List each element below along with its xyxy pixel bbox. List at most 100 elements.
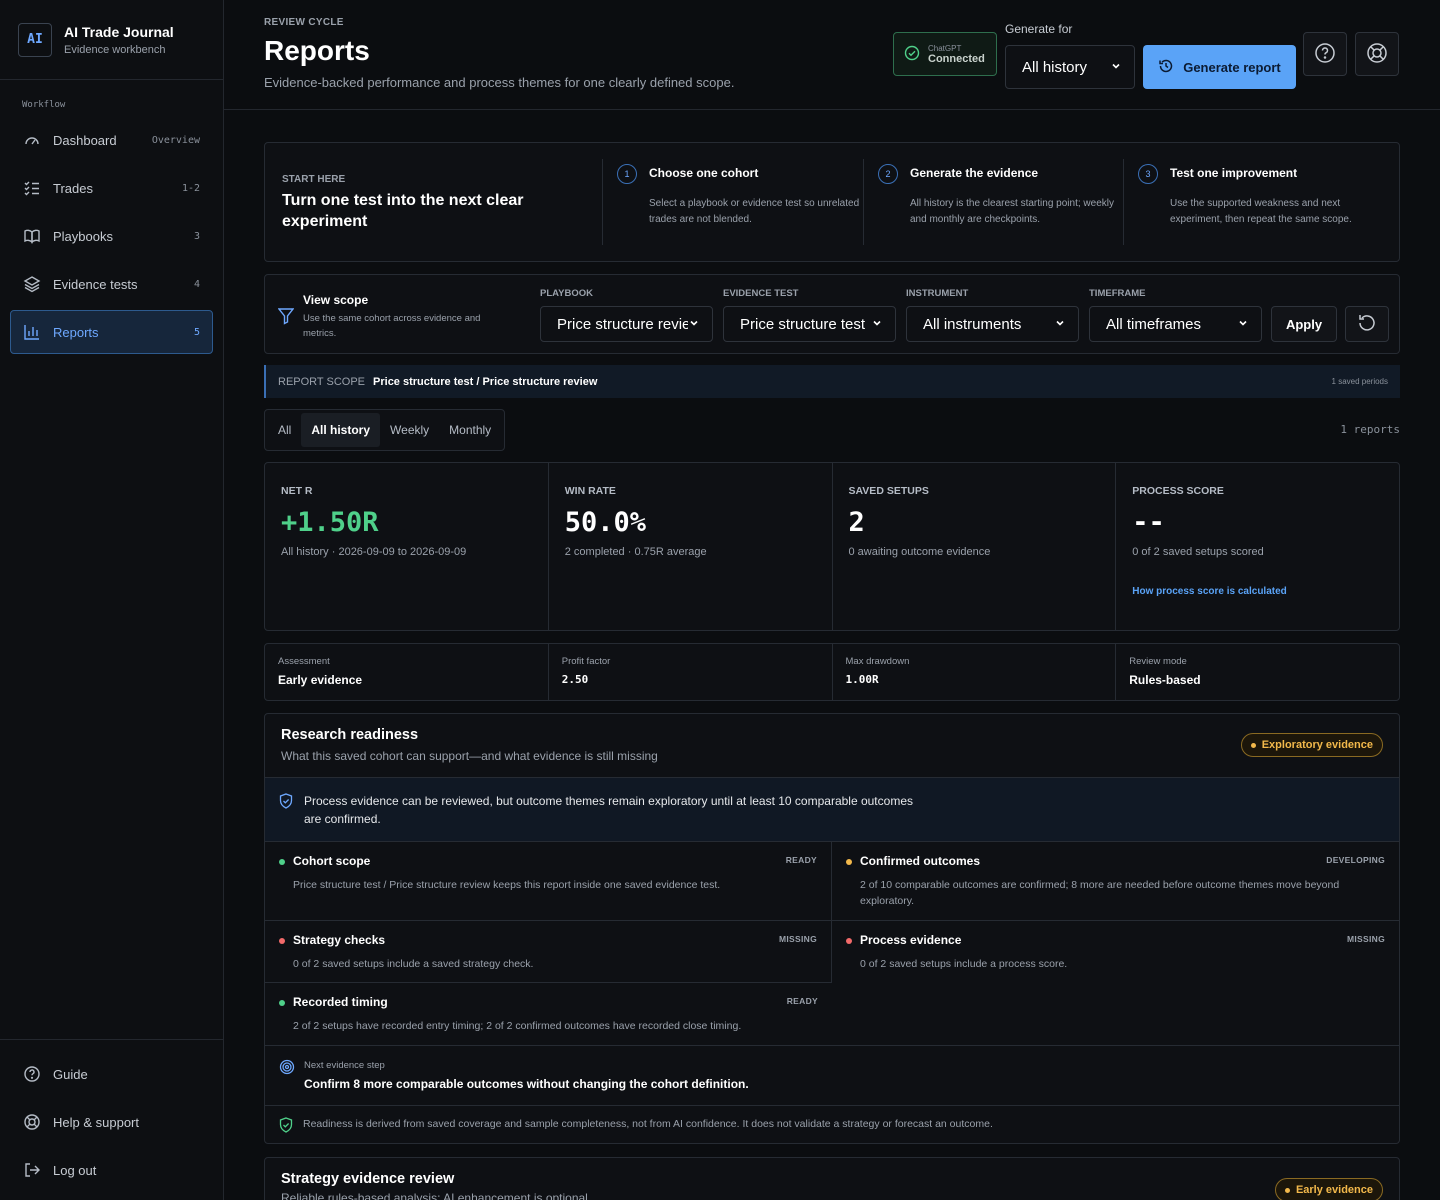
check-status: DEVELOPING <box>1326 855 1385 865</box>
tab-monthly[interactable]: Monthly <box>439 413 501 447</box>
check-circle-icon <box>904 45 920 64</box>
readiness-title: Research readiness <box>281 727 419 743</box>
profit-factor: Profit factor 2.50 <box>549 644 833 700</box>
badge-dot <box>1250 742 1256 748</box>
connection-status[interactable]: ChatGPT Connected <box>893 32 997 76</box>
page-eyebrow: REVIEW CYCLE <box>264 17 344 28</box>
page-header: REVIEW CYCLE Reports Evidence-backed per… <box>224 0 1440 110</box>
check-recorded-timing: Recorded timing READY 2 of 2 setups have… <box>265 983 1399 1046</box>
period-tabs-row: All All history Weekly Monthly 1 reports <box>264 409 1400 451</box>
step-title: Generate the evidence <box>910 166 1039 180</box>
secondary-metric-label: Assessment <box>278 656 330 667</box>
help-button[interactable] <box>1303 32 1347 76</box>
readiness-header: Research readiness What this saved cohor… <box>265 714 1399 778</box>
brand-logo: AI <box>18 22 52 57</box>
sidebar-item-dashboard[interactable]: Dashboard Overview <box>10 118 213 162</box>
shield-icon <box>279 793 293 812</box>
main-content: START HERE Turn one test into the next c… <box>264 142 1400 1200</box>
check-title: Recorded timing <box>293 995 388 1009</box>
sidebar-item-help-support[interactable]: Help & support <box>0 1100 223 1144</box>
timeframe-select[interactable]: All timeframes <box>1089 306 1262 342</box>
metric-value: -- <box>1132 507 1165 538</box>
sidebar-footer: Guide Help & support Log out <box>0 1039 223 1196</box>
step-3: 3 Test one improvement Use the supported… <box>1123 159 1373 245</box>
secondary-metric-value: 1.00R <box>845 673 879 686</box>
check-description: 0 of 2 saved setups include a saved stra… <box>293 958 534 970</box>
generate-report-label: Generate report <box>1183 59 1281 75</box>
gauge-icon <box>23 131 41 149</box>
metric-subtext: 0 awaiting outcome evidence <box>848 546 991 558</box>
secondary-metric-value: 2.50 <box>561 673 589 686</box>
evidence-test-select[interactable]: Price structure test <box>723 306 896 342</box>
status-dot <box>279 859 285 865</box>
generate-for-value: All history <box>1022 58 1088 76</box>
research-readiness-panel: Research readiness What this saved cohor… <box>264 713 1400 1144</box>
review-mode: Review mode Rules-based <box>1116 644 1399 700</box>
check-status: MISSING <box>779 934 817 944</box>
instrument-select-value: All instruments <box>923 315 1022 333</box>
check-description: 2 of 10 comparable outcomes are confirme… <box>860 879 1340 907</box>
metric-subtext: 0 of 2 saved setups scored <box>1132 546 1264 558</box>
lifebuoy-icon <box>1366 42 1388 67</box>
tab-all[interactable]: All <box>268 413 301 447</box>
early-evidence-badge: Early evidence <box>1274 1178 1383 1200</box>
strategy-title: Strategy evidence review <box>281 1171 455 1187</box>
brand-title: AI Trade Journal <box>64 23 174 40</box>
connection-state: Connected <box>928 52 985 65</box>
period-tabs: All All history Weekly Monthly <box>264 409 506 451</box>
evidence-test-filter-label: EVIDENCE TEST <box>723 288 799 299</box>
layers-icon <box>23 275 41 293</box>
check-description: Price structure test / Price structure r… <box>293 879 721 891</box>
view-scope-panel: View scope Use the same cohort across ev… <box>264 274 1400 354</box>
apply-button[interactable]: Apply <box>1271 306 1337 342</box>
start-title: Turn one test into the next clear experi… <box>282 192 524 230</box>
sidebar-item-reports[interactable]: Reports 5 <box>10 310 213 354</box>
support-button[interactable] <box>1355 32 1399 76</box>
readiness-disclaimer: Readiness is derived from saved coverage… <box>265 1106 1399 1143</box>
playbook-select-value: Price structure review <box>557 315 688 333</box>
check-status: READY <box>785 855 817 865</box>
generate-report-button[interactable]: Generate report <box>1143 45 1296 89</box>
check-process-evidence: Process evidence MISSING 0 of 2 saved se… <box>832 921 1399 983</box>
process-score-info-link[interactable]: How process score is calculated <box>1132 586 1287 597</box>
sidebar-item-playbooks[interactable]: Playbooks 3 <box>10 214 213 258</box>
chevron-down-icon <box>1110 59 1122 76</box>
metric-value: +1.50R <box>281 507 379 538</box>
sidebar-item-guide[interactable]: Guide <box>0 1052 223 1096</box>
playbook-filter-label: PLAYBOOK <box>540 288 593 299</box>
step-number: 1 <box>617 164 637 184</box>
playbook-select[interactable]: Price structure review <box>540 306 713 342</box>
history-icon <box>1158 58 1174 77</box>
instrument-select[interactable]: All instruments <box>906 306 1079 342</box>
tab-weekly[interactable]: Weekly <box>380 413 439 447</box>
generate-for-select[interactable]: All history <box>1005 45 1135 89</box>
secondary-metric-value: Rules-based <box>1129 673 1201 687</box>
sidebar-item-trades[interactable]: Trades 1-2 <box>10 166 213 210</box>
view-scope-description: Use the same cohort across evidence and … <box>303 313 481 339</box>
sidebar-item-logout[interactable]: Log out <box>0 1148 223 1192</box>
sidebar-item-count: 5 <box>193 326 200 338</box>
sidebar-item-label: Playbooks <box>53 228 113 244</box>
metric-label: NET R <box>281 485 313 497</box>
reset-filters-button[interactable] <box>1345 306 1389 342</box>
secondary-metric-label: Profit factor <box>561 656 611 667</box>
sidebar: AI AI Trade Journal Evidence workbench W… <box>0 0 224 1200</box>
lifebuoy-icon <box>23 1113 41 1131</box>
metric-subtext: 2 completed · 0.75R average <box>564 546 707 558</box>
sidebar-item-evidence-tests[interactable]: Evidence tests 4 <box>10 262 213 306</box>
check-title: Cohort scope <box>293 854 371 868</box>
secondary-metric-label: Review mode <box>1129 656 1187 667</box>
metric-label: PROCESS SCORE <box>1132 485 1224 497</box>
bar-chart-icon <box>23 323 41 341</box>
readiness-note-text: Process evidence can be reviewed, but ou… <box>304 794 913 826</box>
badge-dot <box>1284 1187 1290 1193</box>
metric-value: 2 <box>848 507 865 538</box>
sidebar-item-count: 1-2 <box>181 182 200 194</box>
check-title: Strategy checks <box>293 933 386 947</box>
filter-icon <box>277 307 295 328</box>
view-scope-title: View scope <box>303 293 369 307</box>
sidebar-item-count: 4 <box>193 278 200 290</box>
check-title: Confirmed outcomes <box>860 854 981 868</box>
check-cohort-scope: Cohort scope READY Price structure test … <box>265 842 832 921</box>
tab-all-history[interactable]: All history <box>301 413 381 447</box>
